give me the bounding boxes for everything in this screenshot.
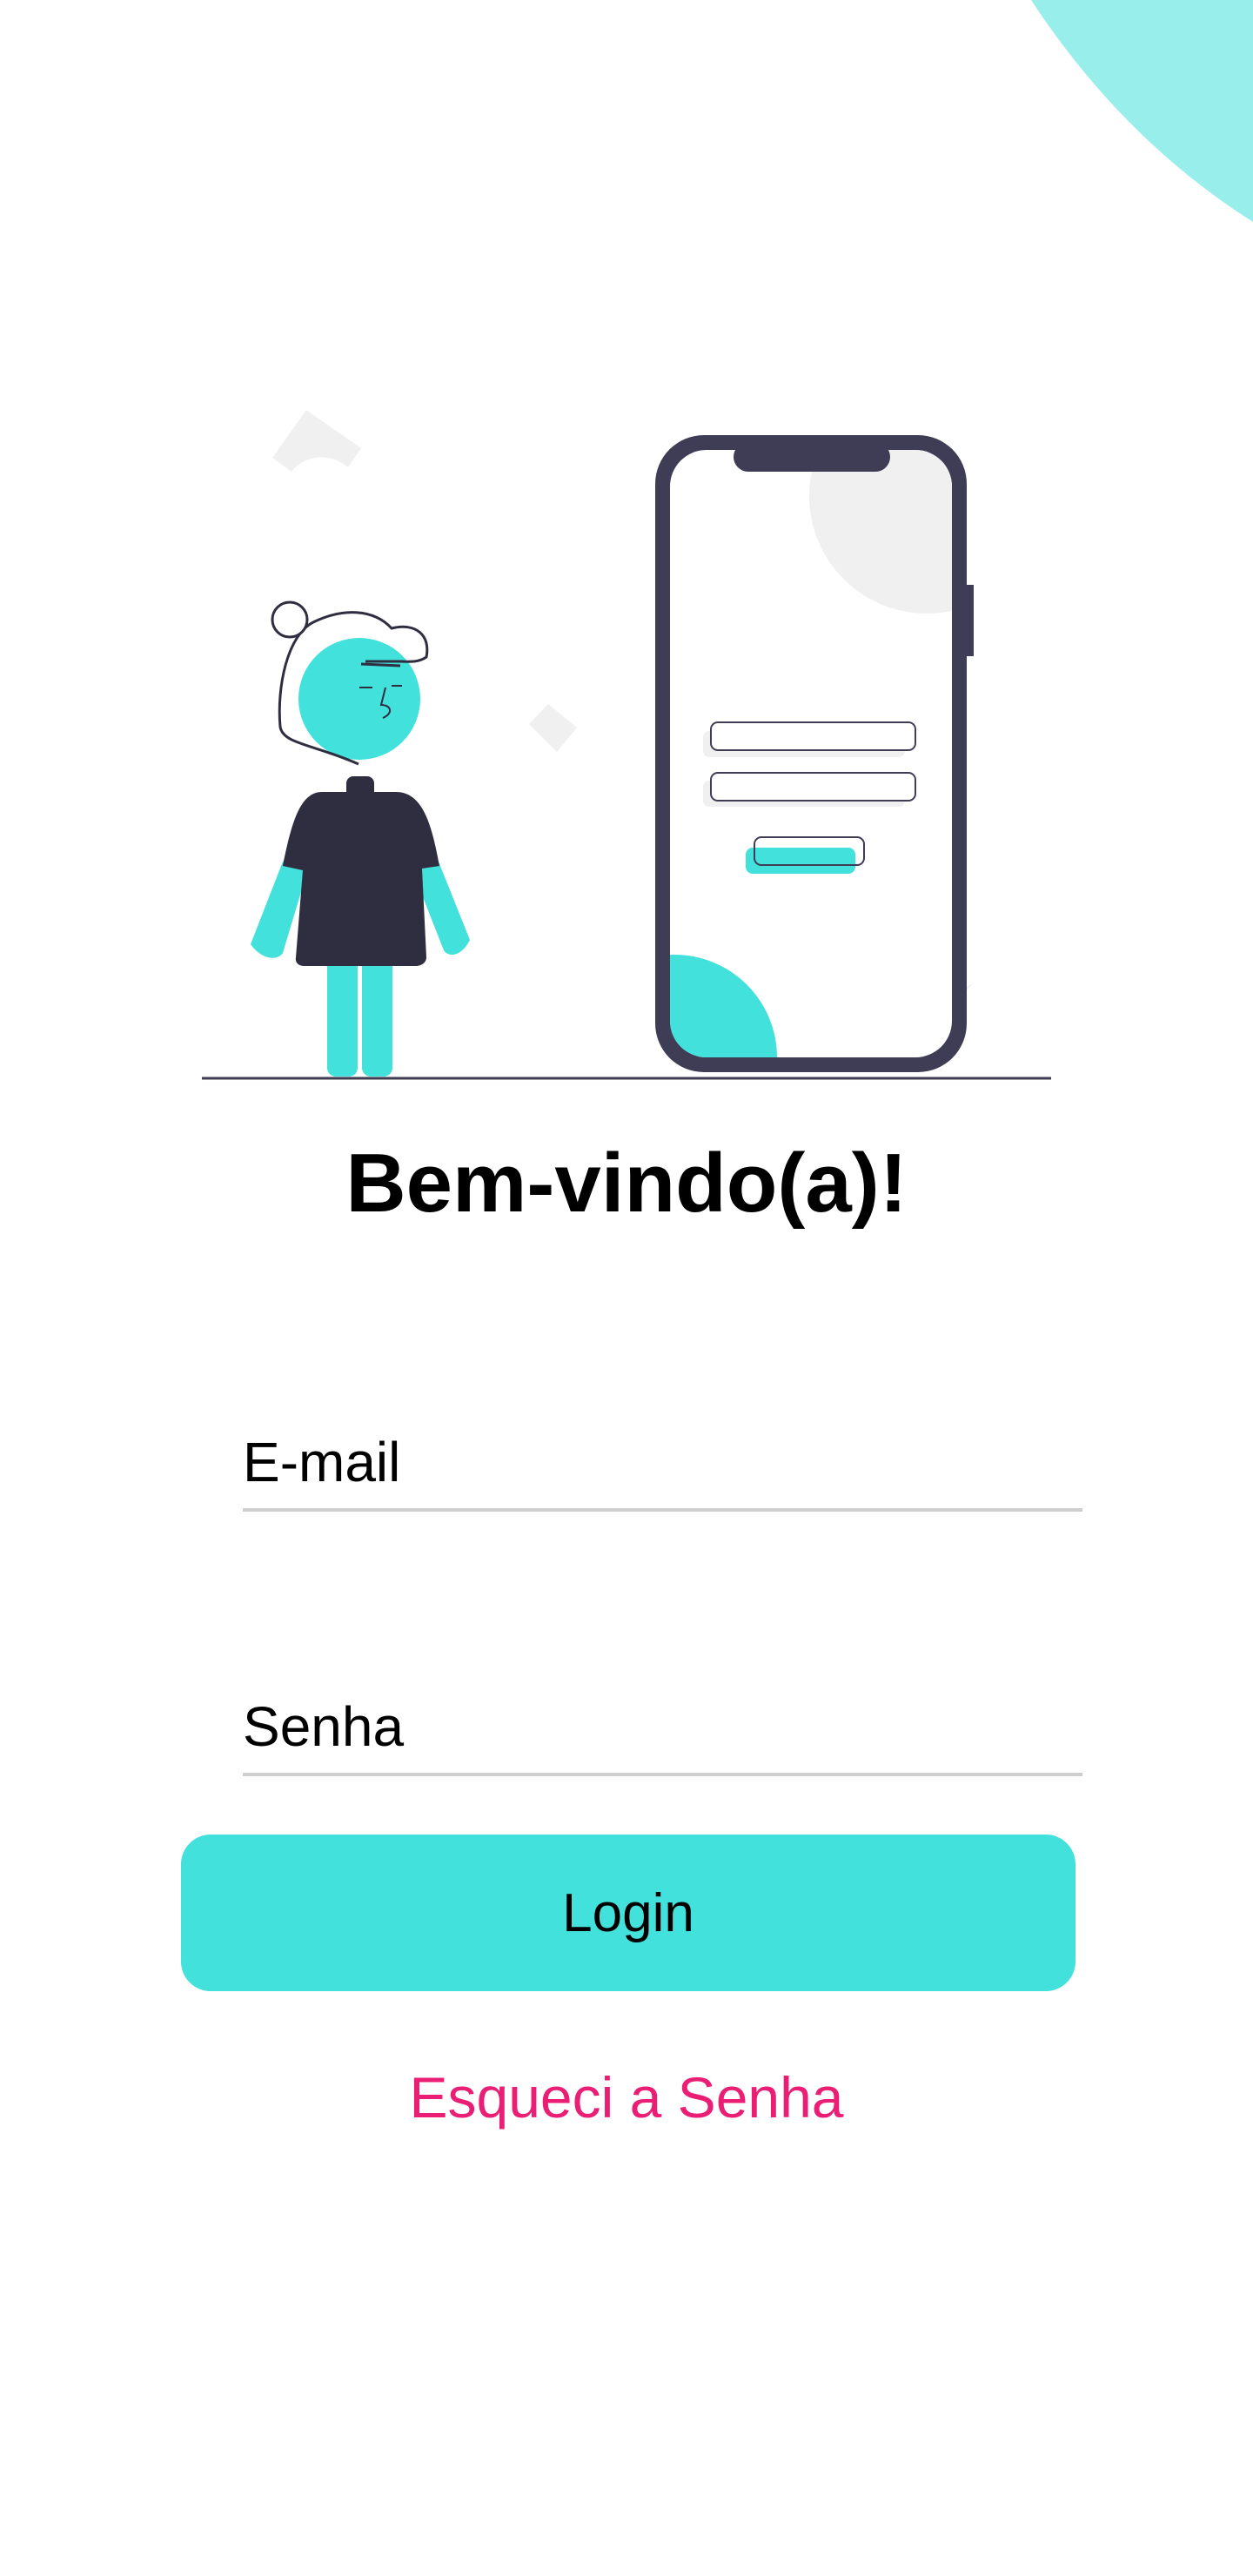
welcome-illustration <box>200 400 1053 1088</box>
welcome-title: Bem-vindo(a)! <box>345 1137 908 1230</box>
password-field[interactable] <box>243 1680 1082 1776</box>
forgot-password-link[interactable]: Esqueci a Senha <box>0 2063 1253 2132</box>
person-with-phone-icon <box>202 410 1051 1080</box>
email-field[interactable] <box>243 1416 1082 1512</box>
corner-decoration <box>1031 0 1253 222</box>
login-button[interactable]: Login <box>181 1835 1075 1991</box>
